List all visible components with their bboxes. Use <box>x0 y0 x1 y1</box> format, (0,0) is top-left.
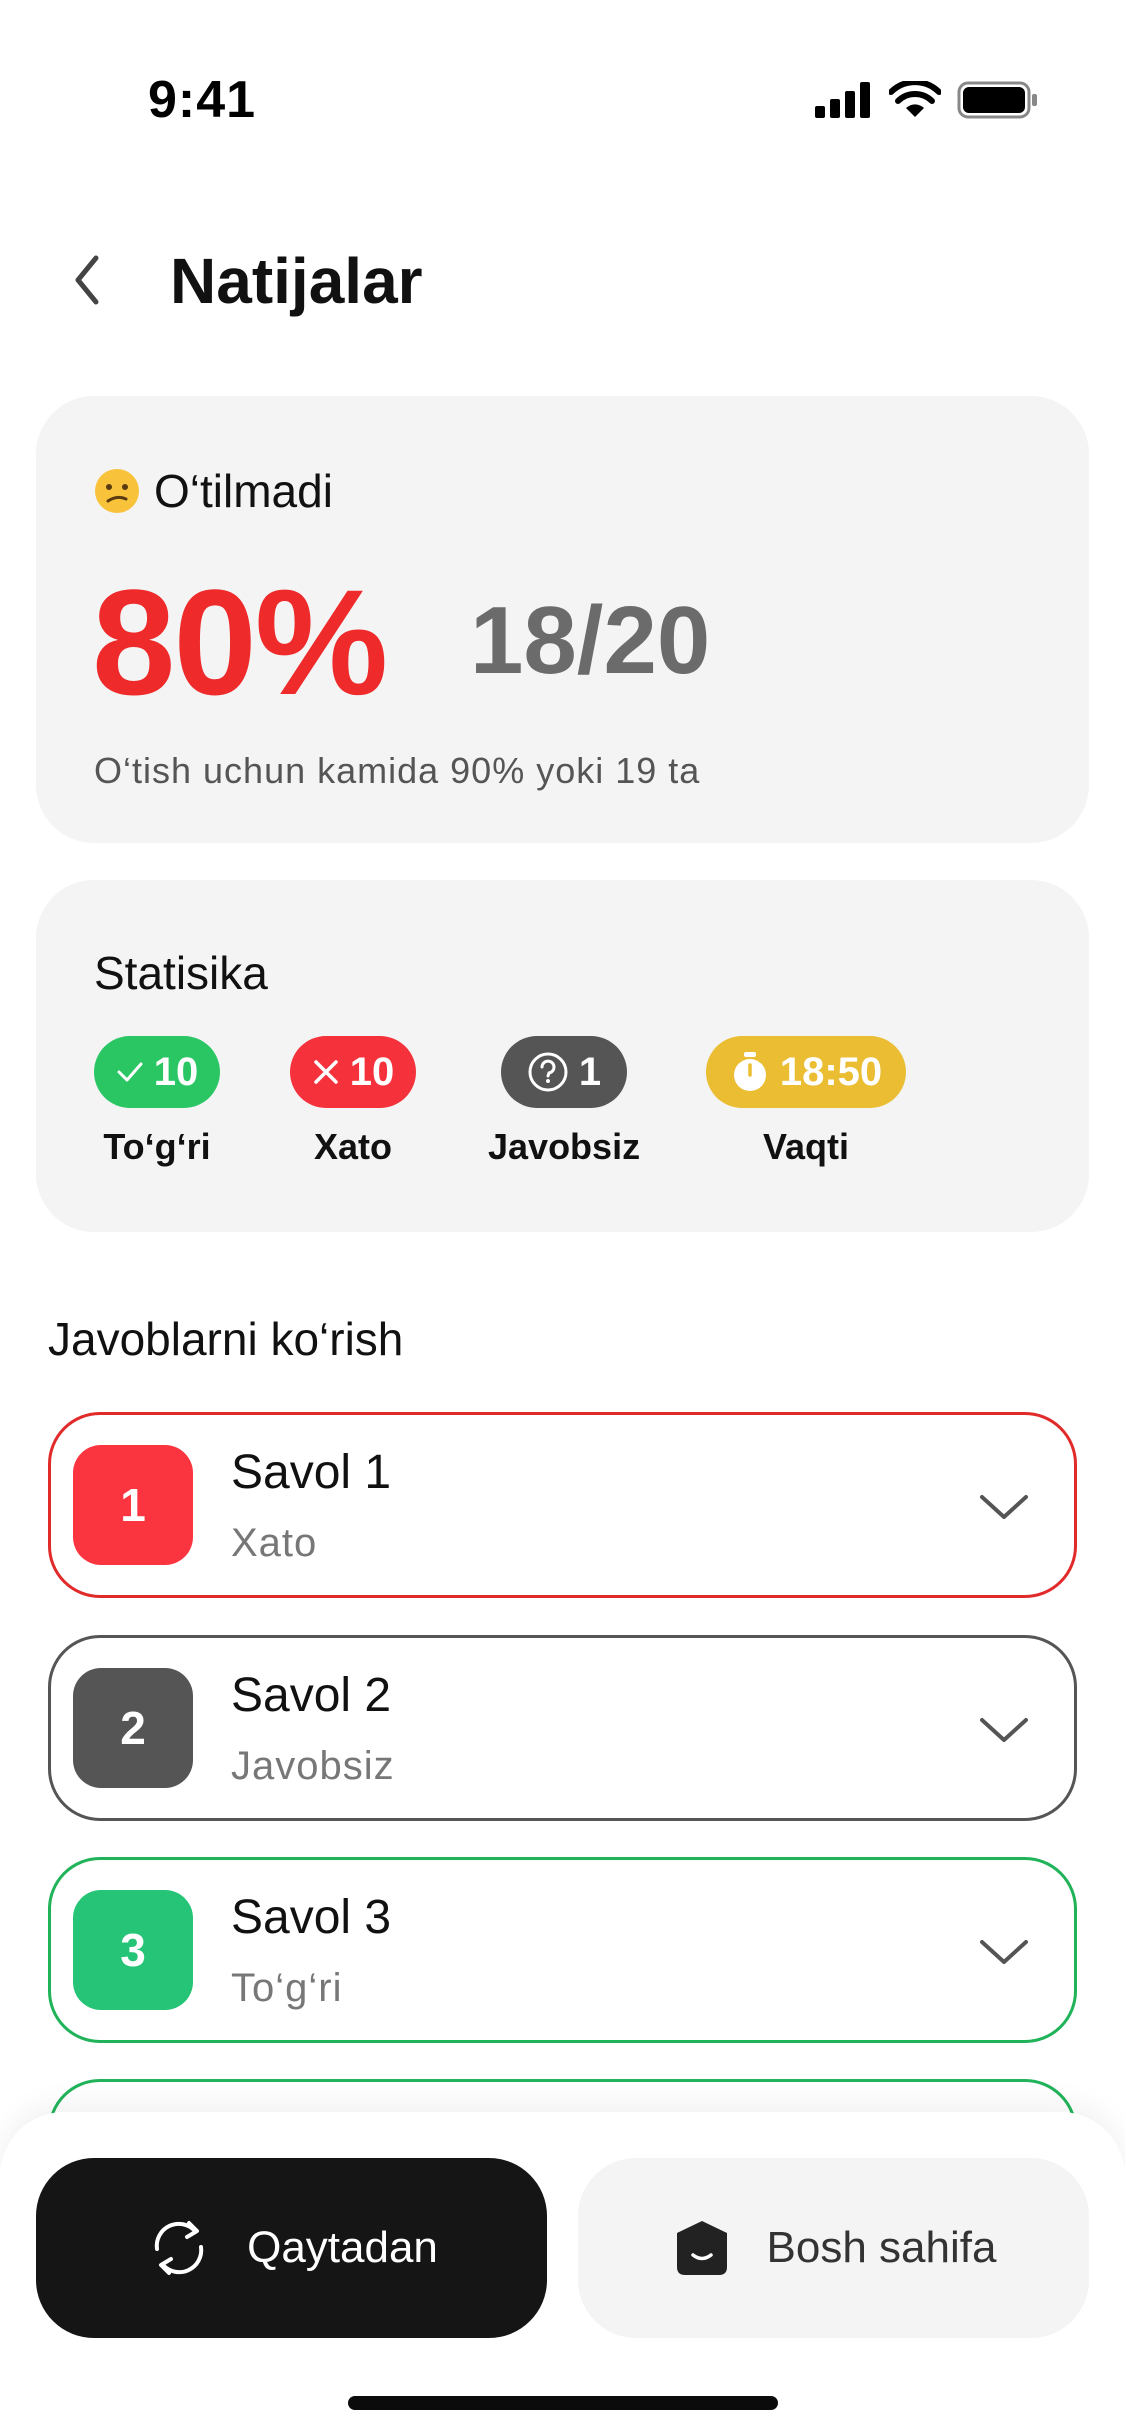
correct-label: To‘g‘ri <box>103 1126 211 1167</box>
question-status: To‘g‘ri <box>231 1966 343 2010</box>
battery-icon <box>957 81 1037 119</box>
time-value: 18:50 <box>779 1049 883 1094</box>
signal-icon <box>815 82 870 118</box>
page-title: Natijalar <box>170 245 423 317</box>
home-indicator <box>348 2396 778 2410</box>
unanswered-count-pill: 1 <box>501 1036 628 1108</box>
stat-correct: 10 To‘g‘ri <box>94 1036 220 1168</box>
chevron-left-icon <box>75 255 99 305</box>
answer-item-1[interactable]: 1 Savol 1 Xato <box>48 1412 1077 1598</box>
time-pill: 18:50 <box>706 1036 906 1108</box>
answer-item-2[interactable]: 2 Savol 2 Javobsiz <box>48 1635 1077 1821</box>
header: Natijalar <box>0 220 1125 340</box>
wrong-count-pill: 10 <box>290 1036 416 1108</box>
back-button[interactable] <box>48 240 128 320</box>
stat-time: 18:50 Vaqti <box>706 1036 906 1168</box>
wifi-icon <box>889 81 941 117</box>
question-title: Savol 3 <box>231 1891 392 1944</box>
status-icons <box>815 80 1039 120</box>
result-status-text: O‘tilmadi <box>154 465 333 517</box>
unanswered-label: Javobsiz <box>488 1126 641 1167</box>
home-button[interactable]: Bosh sahifa <box>578 2158 1089 2338</box>
bottom-action-panel: Qaytadan Bosh sahifa <box>0 2112 1125 2436</box>
stats-title: Statisika <box>94 947 268 999</box>
question-number-badge: 2 <box>73 1668 193 1788</box>
question-icon <box>528 1052 568 1092</box>
chevron-down-icon[interactable] <box>974 1922 1034 1982</box>
status-time: 9:41 <box>148 71 257 129</box>
check-icon <box>117 1062 143 1082</box>
retry-label: Qaytadan <box>247 2223 438 2272</box>
stat-unanswered: 1 Javobsiz <box>488 1036 640 1168</box>
time-label: Vaqti <box>762 1126 850 1167</box>
answers-section-title: Javoblarni ko‘rish <box>48 1313 404 1365</box>
retry-button[interactable]: Qaytadan <box>36 2158 547 2338</box>
chevron-down-icon[interactable] <box>974 1477 1034 1537</box>
status-bar: 9:41 <box>0 0 1125 132</box>
result-status: O‘tilmadi <box>94 464 333 518</box>
score-fraction: 18/20 <box>470 587 711 694</box>
score-percent: 80% <box>92 558 388 726</box>
question-title: Savol 2 <box>231 1669 392 1722</box>
question-number-badge: 3 <box>73 1890 193 2010</box>
x-icon <box>314 1060 338 1084</box>
question-number-badge: 1 <box>73 1445 193 1565</box>
chevron-down-icon[interactable] <box>974 1700 1034 1760</box>
sad-face-emoji-icon <box>95 469 139 513</box>
unanswered-count: 1 <box>578 1049 602 1094</box>
home-icon <box>676 2221 727 2275</box>
wrong-count: 10 <box>349 1049 395 1094</box>
correct-count-pill: 10 <box>94 1036 220 1108</box>
question-status: Javobsiz <box>231 1744 395 1788</box>
wrong-label: Xato <box>313 1126 392 1167</box>
question-status: Xato <box>231 1521 318 1565</box>
answer-item-3[interactable]: 3 Savol 3 To‘g‘ri <box>48 1857 1077 2043</box>
question-title: Savol 1 <box>231 1446 392 1499</box>
stats-card: Statisika 10 To‘g‘ri 10 Xato 1 Javobsiz … <box>36 880 1089 1232</box>
result-card: O‘tilmadi 80% 18/20 O‘tish uchun kamida … <box>36 396 1089 843</box>
pass-requirement-note: O‘tish uchun kamida 90% yoki 19 ta <box>94 750 701 791</box>
home-label: Bosh sahifa <box>766 2223 997 2272</box>
refresh-icon <box>154 2221 204 2275</box>
stat-wrong: 10 Xato <box>290 1036 416 1168</box>
timer-icon <box>733 1052 766 1091</box>
correct-count: 10 <box>153 1049 199 1094</box>
